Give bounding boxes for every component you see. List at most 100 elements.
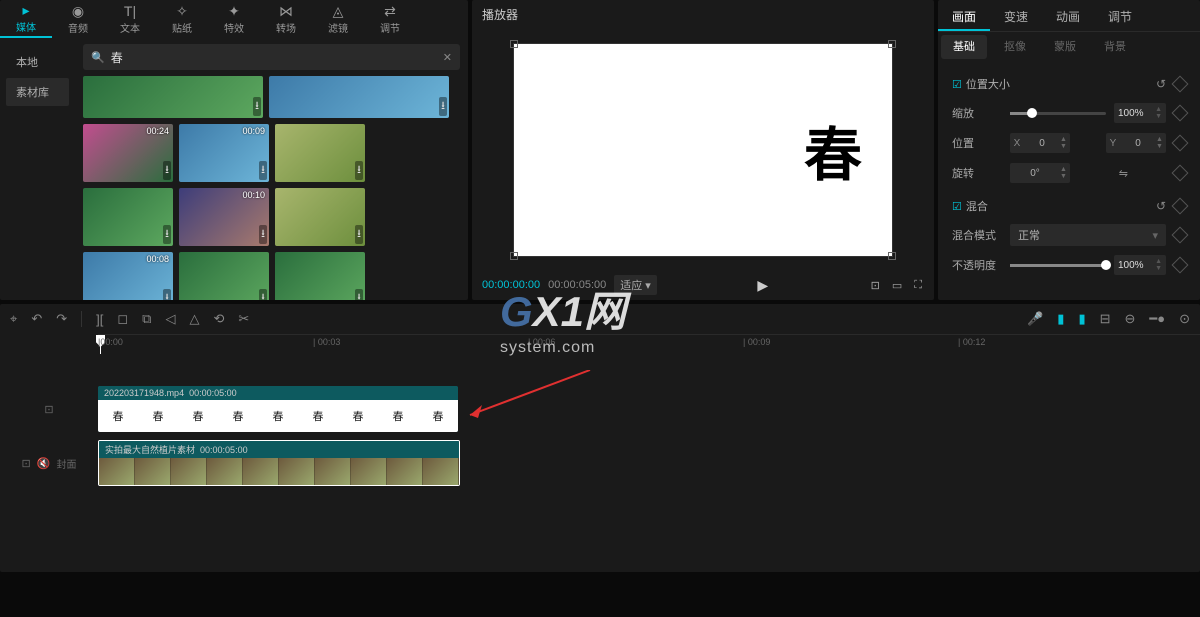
rotate-input[interactable]: 0°▲▼ [1010, 163, 1070, 183]
properties-panel: 画面 变速 动画 调节 基础 抠像 蒙版 背景 ☑位置大小 ↺ 缩放 100%▲… [938, 0, 1200, 300]
timeline-clip-2[interactable]: 实拍最大自然植片素材 00:00:05:00 [98, 440, 460, 486]
check-icon[interactable]: ☑ [952, 78, 962, 91]
tab-anim[interactable]: 动画 [1042, 0, 1094, 31]
sidebar-item-local[interactable]: 本地 [6, 48, 69, 76]
player-viewport[interactable]: 春 [472, 29, 934, 270]
opacity-value[interactable]: 100%▲▼ [1114, 255, 1166, 275]
keyframe-button[interactable] [1172, 105, 1189, 122]
lock-icon[interactable]: ⊡ [44, 403, 53, 416]
media-thumb[interactable]: 00:09⭳ [179, 124, 269, 182]
pointer-icon[interactable]: ⌖ [10, 311, 17, 327]
keyframe-button[interactable] [1172, 257, 1189, 274]
toolbar-adjust[interactable]: ⇄调节 [364, 0, 416, 38]
time-ruler[interactable]: |00:00 | 00:03 | 00:06 | 00:09 | 00:12 [98, 334, 1200, 354]
toolbar-media[interactable]: ▸媒体 [0, 0, 52, 38]
tab-picture[interactable]: 画面 [938, 0, 990, 31]
redo-icon[interactable]: ↷ [56, 311, 67, 327]
ratio-icon[interactable]: ▭ [890, 277, 904, 294]
mirror-icon[interactable]: △ [189, 311, 199, 327]
media-thumb[interactable]: ⭳ [269, 76, 449, 118]
undo-icon[interactable]: ↶ [31, 311, 42, 327]
download-icon[interactable]: ⭳ [163, 161, 171, 180]
track-icon[interactable]: ⊟ [1100, 311, 1111, 327]
reset-icon[interactable]: ↺ [1156, 199, 1166, 213]
media-thumb[interactable]: ⭳ [179, 252, 269, 300]
cover-button[interactable]: 封面 [56, 456, 76, 471]
keyframe-button[interactable] [1172, 198, 1189, 215]
toolbar-audio[interactable]: ◉音频 [52, 0, 104, 38]
opacity-slider[interactable] [1010, 264, 1106, 267]
download-icon[interactable]: ⭳ [355, 225, 363, 244]
snap1-icon[interactable]: ▮ [1057, 311, 1064, 327]
toolbar-sticker[interactable]: ✧贴纸 [156, 0, 208, 38]
top-toolbar: ▸媒体 ◉音频 T|文本 ✧贴纸 ✦特效 ⋈转场 ◬滤镜 ⇄调节 [0, 0, 468, 38]
canvas[interactable]: 春 [513, 43, 893, 257]
clear-search-icon[interactable]: ✕ [443, 51, 452, 64]
download-icon[interactable]: ⭳ [439, 97, 447, 116]
flip-h-icon[interactable]: ⇋ [1119, 167, 1128, 180]
download-icon[interactable]: ⭳ [253, 97, 261, 116]
canvas-text[interactable]: 春 [804, 108, 862, 192]
keyframe-button[interactable] [1172, 76, 1189, 93]
reverse-icon[interactable]: ◁ [165, 311, 175, 327]
split-icon[interactable]: ][ [96, 312, 103, 327]
media-grid[interactable]: ⭳⭳00:24⭳00:09⭳⭳⭳00:10⭳⭳00:08⭳⭳⭳00:11⭳⭳⭳ [75, 76, 468, 300]
pos-y-input[interactable]: Y0▲▼ [1106, 133, 1166, 153]
media-thumb[interactable]: ⭳ [275, 188, 365, 246]
crop2-icon[interactable]: ✂ [238, 311, 249, 327]
keyframe-button[interactable] [1172, 227, 1189, 244]
search-input[interactable] [111, 50, 443, 64]
subtab-basic[interactable]: 基础 [941, 35, 987, 59]
media-thumb[interactable]: ⭳ [83, 188, 173, 246]
download-icon[interactable]: ⭳ [259, 225, 267, 244]
subtab-cutout[interactable]: 抠像 [990, 32, 1040, 62]
media-thumb[interactable]: 00:24⭳ [83, 124, 173, 182]
sidebar-item-library[interactable]: 素材库 [6, 78, 69, 106]
zoom-fit-icon[interactable]: ⊙ [1179, 311, 1190, 327]
copy-icon[interactable]: ⧉ [142, 311, 151, 327]
scope-icon[interactable]: ⊡ [869, 277, 882, 294]
toolbar-text[interactable]: T|文本 [104, 0, 156, 38]
mute-icon[interactable]: 🔇 [37, 457, 51, 470]
zoom-slider[interactable]: ━● [1149, 311, 1165, 327]
timeline-clip-1[interactable]: 202203171948.mp4 00:00:05:00 春春春春春春春春春 [98, 386, 458, 432]
keyframe-button[interactable] [1172, 135, 1189, 152]
ratio-dropdown[interactable]: 适应 ▾ [614, 275, 657, 295]
toolbar-effects[interactable]: ✦特效 [208, 0, 260, 38]
rotate-label: 旋转 [952, 165, 1002, 181]
toolbar-transition[interactable]: ⋈转场 [260, 0, 312, 38]
download-icon[interactable]: ⭳ [259, 161, 267, 180]
download-icon[interactable]: ⭳ [355, 289, 363, 300]
lock-icon[interactable]: ⊡ [22, 457, 31, 470]
crop-icon[interactable]: ◻ [117, 311, 128, 327]
zoom-out-icon[interactable]: ⊖ [1125, 311, 1136, 327]
snap2-icon[interactable]: ▮ [1078, 311, 1085, 327]
download-icon[interactable]: ⭳ [259, 289, 267, 300]
tab-adjust[interactable]: 调节 [1094, 0, 1146, 31]
media-thumb[interactable]: 00:08⭳ [83, 252, 173, 300]
media-sidebar: 本地 素材库 [0, 38, 75, 300]
play-button[interactable]: ▶ [757, 277, 768, 294]
reset-icon[interactable]: ↺ [1156, 77, 1166, 91]
download-icon[interactable]: ⭳ [163, 225, 171, 244]
fullscreen-icon[interactable]: ⛶ [912, 277, 924, 294]
download-icon[interactable]: ⭳ [355, 161, 363, 180]
timecode-total: 00:00:05:00 [548, 279, 606, 291]
toolbar-filter[interactable]: ◬滤镜 [312, 0, 364, 38]
subtab-bg[interactable]: 背景 [1090, 32, 1140, 62]
tab-speed[interactable]: 变速 [990, 0, 1042, 31]
pos-x-input[interactable]: X0▲▼ [1010, 133, 1070, 153]
scale-slider[interactable] [1010, 112, 1106, 115]
keyframe-button[interactable] [1172, 165, 1189, 182]
rotate-icon[interactable]: ⟲ [213, 311, 224, 327]
media-thumb[interactable]: 00:10⭳ [179, 188, 269, 246]
check-icon[interactable]: ☑ [952, 200, 962, 213]
media-thumb[interactable]: ⭳ [275, 252, 365, 300]
subtab-mask[interactable]: 蒙版 [1040, 32, 1090, 62]
mic-icon[interactable]: 🎤 [1027, 311, 1043, 327]
download-icon[interactable]: ⭳ [163, 289, 171, 300]
media-thumb[interactable]: ⭳ [83, 76, 263, 118]
media-thumb[interactable]: ⭳ [275, 124, 365, 182]
scale-value[interactable]: 100%▲▼ [1114, 103, 1166, 123]
blend-mode-select[interactable]: 正常▾ [1010, 224, 1166, 246]
